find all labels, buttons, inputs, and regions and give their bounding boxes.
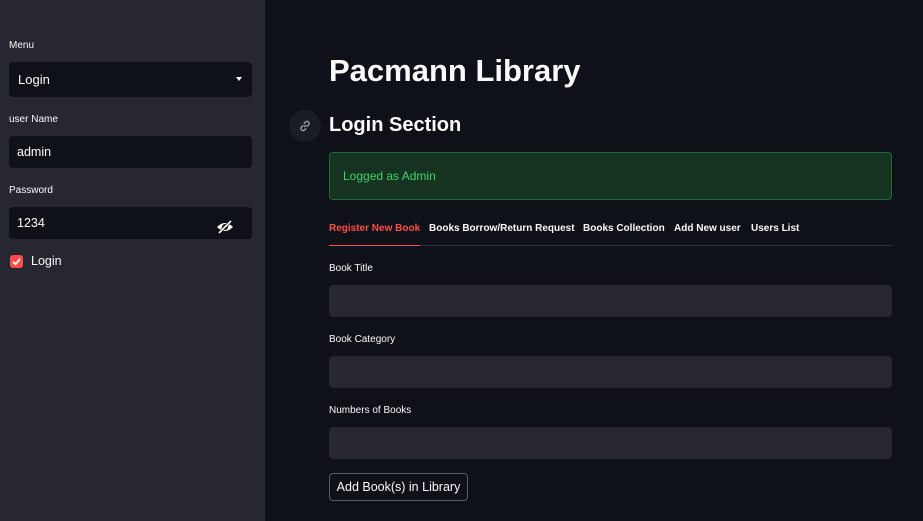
menu-select-value: Login [18,72,50,87]
book-category-label: Book Category [329,334,396,345]
success-alert: Logged as Admin [329,152,892,200]
book-title-input[interactable] [329,285,892,317]
eye-slash-icon[interactable] [216,215,234,235]
menu-label: Menu [9,40,35,51]
password-label: Password [9,185,53,196]
tab-users-list[interactable]: Users List [751,215,799,246]
username-label: user Name [9,114,58,125]
anchor-link-button[interactable] [289,110,321,142]
book-category-input[interactable] [329,356,892,388]
book-title-label: Book Title [329,263,373,274]
main-content: Pacmann Library Login Section Logged as … [265,0,923,521]
checkbox-checked-icon [12,258,21,266]
sidebar: Menu Login user Name admin Password 1234… [0,0,265,521]
tab-books-borrow-return[interactable]: Books Borrow/Return Request [429,215,575,246]
menu-select[interactable]: Login [9,62,252,97]
link-icon [300,120,310,132]
username-value: admin [17,145,52,159]
tab-add-new-user[interactable]: Add New user [674,215,741,246]
numbers-of-books-input[interactable] [329,427,892,459]
tab-books-collection[interactable]: Books Collection [583,215,665,246]
tab-register-new-book[interactable]: Register New Book [329,215,421,246]
chevron-down-icon [236,77,242,81]
section-title: Login Section [329,114,462,136]
page-title: Pacmann Library [329,53,581,88]
username-input[interactable]: admin [9,136,252,168]
tab-bar: Register New Book Books Borrow/Return Re… [329,215,892,246]
add-books-button[interactable]: Add Book(s) in Library [329,473,468,501]
login-checkbox-label[interactable]: Login [31,254,62,268]
password-value: 1234 [17,216,45,230]
numbers-of-books-label: Numbers of Books [329,405,412,416]
password-input[interactable]: 1234 [9,207,252,239]
login-checkbox[interactable] [10,255,23,268]
